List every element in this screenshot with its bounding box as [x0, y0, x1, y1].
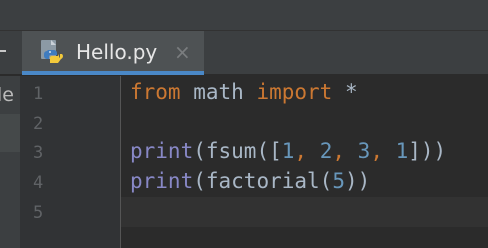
number-literal: 1: [281, 139, 295, 163]
closing-parens: )): [344, 169, 371, 193]
closing-brackets: ])): [408, 139, 447, 163]
line-number: 5: [33, 203, 44, 223]
code-editor[interactable]: from math import * print(fsum([1, 2, 3, …: [121, 76, 488, 248]
import-star: *: [332, 80, 358, 104]
project-panel-selected-row[interactable]: [0, 114, 20, 152]
keyword-from: from: [130, 80, 181, 104]
current-line-highlight: [121, 197, 488, 227]
number-literal: 3: [357, 139, 371, 163]
comma: ,: [332, 139, 358, 163]
comma: ,: [370, 139, 396, 163]
builtin-print: print: [130, 169, 194, 193]
paren-bracket: ([: [256, 139, 282, 163]
tab-hello-py[interactable]: Hello.py ×: [22, 31, 204, 75]
minimize-icon[interactable]: [0, 50, 6, 52]
line-number: 3: [33, 143, 44, 163]
function-factorial: factorial: [205, 169, 320, 193]
number-literal: 5: [332, 169, 345, 193]
module-name: math: [180, 80, 257, 104]
close-icon[interactable]: ×: [174, 40, 191, 64]
function-fsum: fsum: [205, 139, 257, 163]
line-number: 4: [33, 173, 44, 193]
keyword-import: import: [256, 80, 333, 104]
line-number: 2: [33, 114, 44, 134]
line-number-gutter: 1 2 3 4 5: [20, 76, 121, 248]
line-number: 1: [33, 84, 44, 104]
python-file-icon: [41, 40, 63, 63]
number-literal: 2: [319, 139, 333, 163]
code-line-1: from math import *: [130, 80, 358, 104]
builtin-print: print: [130, 139, 194, 163]
number-literal: 1: [395, 139, 409, 163]
toolbar-strip: [0, 0, 488, 31]
paren: (: [193, 169, 206, 193]
comma: ,: [294, 139, 320, 163]
active-tab-indicator: [22, 71, 204, 75]
paren: (: [193, 139, 206, 163]
code-line-3: print(fsum([1, 2, 3, 1])): [130, 139, 446, 163]
code-line-4: print(factorial(5)): [130, 169, 370, 193]
ide-window: Hello.py × le 1 2 3 4 5 from math import…: [0, 0, 488, 248]
paren: (: [319, 169, 333, 193]
tab-filename: Hello.py: [76, 40, 158, 64]
tab-bar-left-edge: [0, 31, 22, 74]
project-panel-label: le: [0, 84, 14, 106]
